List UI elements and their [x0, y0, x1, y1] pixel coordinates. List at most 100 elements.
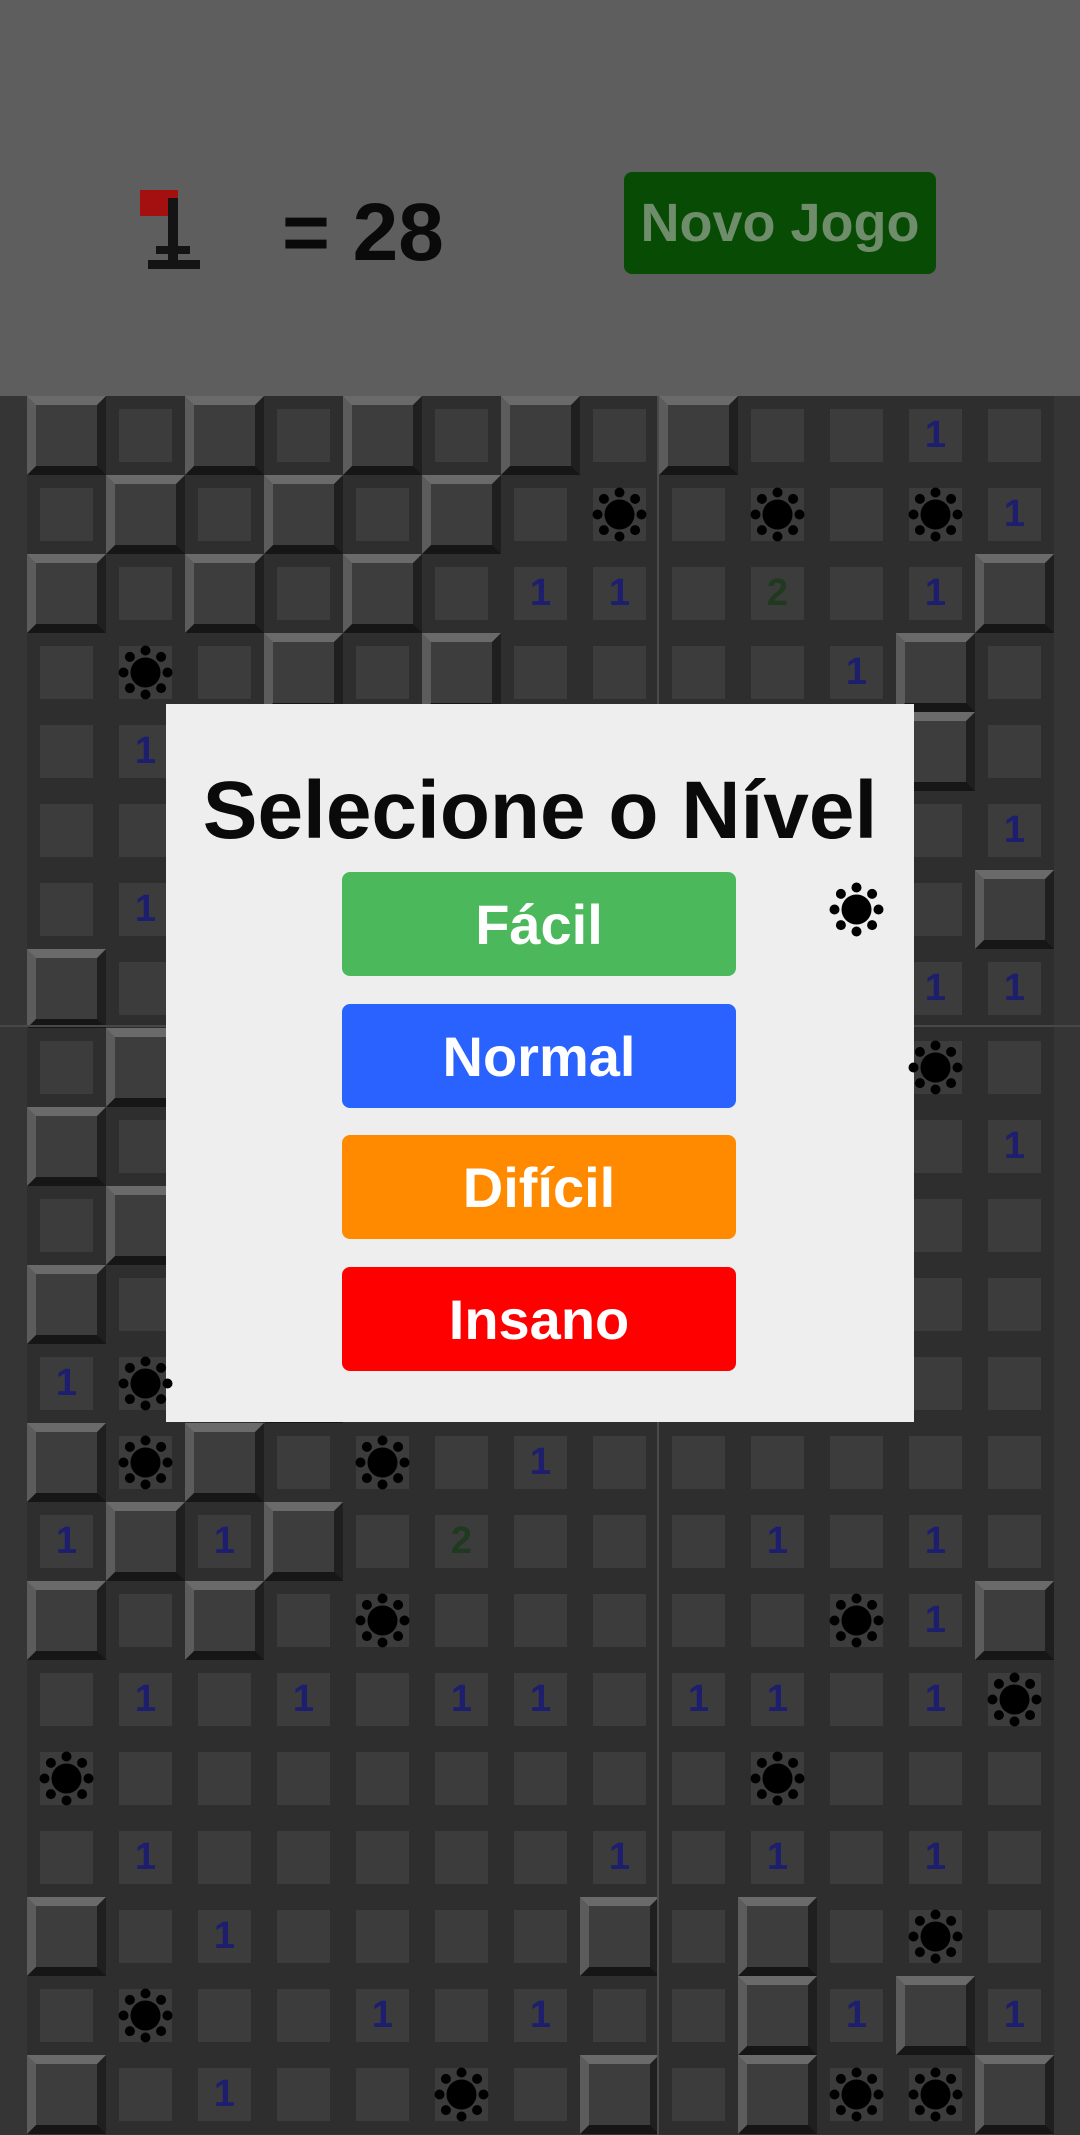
revealed-cell[interactable]: [975, 396, 1054, 475]
revealed-cell[interactable]: [817, 1660, 896, 1739]
covered-cell[interactable]: [975, 1581, 1054, 1660]
revealed-cell[interactable]: [343, 1660, 422, 1739]
revealed-cell[interactable]: [501, 475, 580, 554]
revealed-cell[interactable]: [27, 633, 106, 712]
mine-cell[interactable]: [817, 2055, 896, 2134]
revealed-cell[interactable]: [264, 1976, 343, 2055]
mine-cell[interactable]: [896, 1897, 975, 1976]
mine-cell[interactable]: [106, 1423, 185, 1502]
covered-cell[interactable]: [27, 1107, 106, 1186]
level-insane-button[interactable]: Insano: [342, 1267, 736, 1371]
mine-cell[interactable]: [343, 1581, 422, 1660]
covered-cell[interactable]: [896, 633, 975, 712]
covered-cell[interactable]: [185, 396, 264, 475]
covered-cell[interactable]: [27, 2055, 106, 2134]
revealed-cell[interactable]: [106, 1581, 185, 1660]
revealed-cell[interactable]: [659, 1818, 738, 1897]
covered-cell[interactable]: [27, 1897, 106, 1976]
revealed-cell[interactable]: [817, 1739, 896, 1818]
number-cell[interactable]: 1: [343, 1976, 422, 2055]
revealed-cell[interactable]: [27, 1186, 106, 1265]
revealed-cell[interactable]: [422, 554, 501, 633]
revealed-cell[interactable]: [659, 2055, 738, 2134]
number-cell[interactable]: 1: [896, 949, 975, 1028]
mine-cell[interactable]: [896, 2055, 975, 2134]
revealed-cell[interactable]: [264, 2055, 343, 2134]
number-cell[interactable]: 2: [422, 1502, 501, 1581]
revealed-cell[interactable]: [659, 1581, 738, 1660]
revealed-cell[interactable]: [27, 1028, 106, 1107]
revealed-cell[interactable]: [975, 1265, 1054, 1344]
covered-cell[interactable]: [422, 633, 501, 712]
covered-cell[interactable]: [580, 1897, 659, 1976]
revealed-cell[interactable]: [185, 1660, 264, 1739]
mine-cell[interactable]: [896, 475, 975, 554]
revealed-cell[interactable]: [106, 2055, 185, 2134]
revealed-cell[interactable]: [501, 2055, 580, 2134]
covered-cell[interactable]: [975, 2055, 1054, 2134]
number-cell[interactable]: 1: [817, 633, 896, 712]
number-cell[interactable]: 1: [896, 396, 975, 475]
revealed-cell[interactable]: [659, 633, 738, 712]
covered-cell[interactable]: [106, 475, 185, 554]
covered-cell[interactable]: [27, 1581, 106, 1660]
mine-cell[interactable]: [422, 2055, 501, 2134]
covered-cell[interactable]: [27, 554, 106, 633]
revealed-cell[interactable]: [27, 1976, 106, 2055]
revealed-cell[interactable]: [185, 633, 264, 712]
covered-cell[interactable]: [422, 475, 501, 554]
revealed-cell[interactable]: [343, 1897, 422, 1976]
covered-cell[interactable]: [738, 2055, 817, 2134]
revealed-cell[interactable]: [264, 1581, 343, 1660]
level-hard-button[interactable]: Difícil: [342, 1135, 736, 1239]
covered-cell[interactable]: [738, 1976, 817, 2055]
revealed-cell[interactable]: [817, 475, 896, 554]
revealed-cell[interactable]: [817, 1423, 896, 1502]
number-cell[interactable]: 1: [501, 1660, 580, 1739]
revealed-cell[interactable]: [27, 475, 106, 554]
covered-cell[interactable]: [264, 633, 343, 712]
revealed-cell[interactable]: [580, 1423, 659, 1502]
revealed-cell[interactable]: [975, 1818, 1054, 1897]
number-cell[interactable]: 1: [185, 1897, 264, 1976]
revealed-cell[interactable]: [501, 1818, 580, 1897]
revealed-cell[interactable]: [185, 1818, 264, 1897]
revealed-cell[interactable]: [501, 1502, 580, 1581]
revealed-cell[interactable]: [975, 1344, 1054, 1423]
revealed-cell[interactable]: [27, 791, 106, 870]
number-cell[interactable]: 1: [106, 712, 185, 791]
revealed-cell[interactable]: [580, 1581, 659, 1660]
revealed-cell[interactable]: [975, 1028, 1054, 1107]
revealed-cell[interactable]: [106, 554, 185, 633]
mine-cell[interactable]: [106, 1976, 185, 2055]
revealed-cell[interactable]: [659, 1502, 738, 1581]
mine-cell[interactable]: [738, 475, 817, 554]
revealed-cell[interactable]: [580, 1739, 659, 1818]
revealed-cell[interactable]: [264, 1818, 343, 1897]
mine-cell[interactable]: [975, 1660, 1054, 1739]
revealed-cell[interactable]: [659, 1897, 738, 1976]
mine-cell[interactable]: [343, 1423, 422, 1502]
revealed-cell[interactable]: [422, 1897, 501, 1976]
covered-cell[interactable]: [343, 396, 422, 475]
number-cell[interactable]: 1: [501, 1976, 580, 2055]
mine-cell[interactable]: [580, 475, 659, 554]
revealed-cell[interactable]: [27, 712, 106, 791]
revealed-cell[interactable]: [501, 1739, 580, 1818]
revealed-cell[interactable]: [185, 1739, 264, 1818]
revealed-cell[interactable]: [264, 1739, 343, 1818]
covered-cell[interactable]: [27, 949, 106, 1028]
covered-cell[interactable]: [185, 1423, 264, 1502]
revealed-cell[interactable]: [343, 475, 422, 554]
number-cell[interactable]: 1: [975, 1107, 1054, 1186]
revealed-cell[interactable]: [264, 1423, 343, 1502]
number-cell[interactable]: 1: [106, 870, 185, 949]
number-cell[interactable]: 1: [975, 791, 1054, 870]
revealed-cell[interactable]: [738, 1423, 817, 1502]
revealed-cell[interactable]: [343, 1739, 422, 1818]
revealed-cell[interactable]: [27, 1818, 106, 1897]
revealed-cell[interactable]: [580, 1976, 659, 2055]
revealed-cell[interactable]: [264, 1897, 343, 1976]
new-game-button[interactable]: Novo Jogo: [624, 172, 936, 274]
revealed-cell[interactable]: [975, 1423, 1054, 1502]
